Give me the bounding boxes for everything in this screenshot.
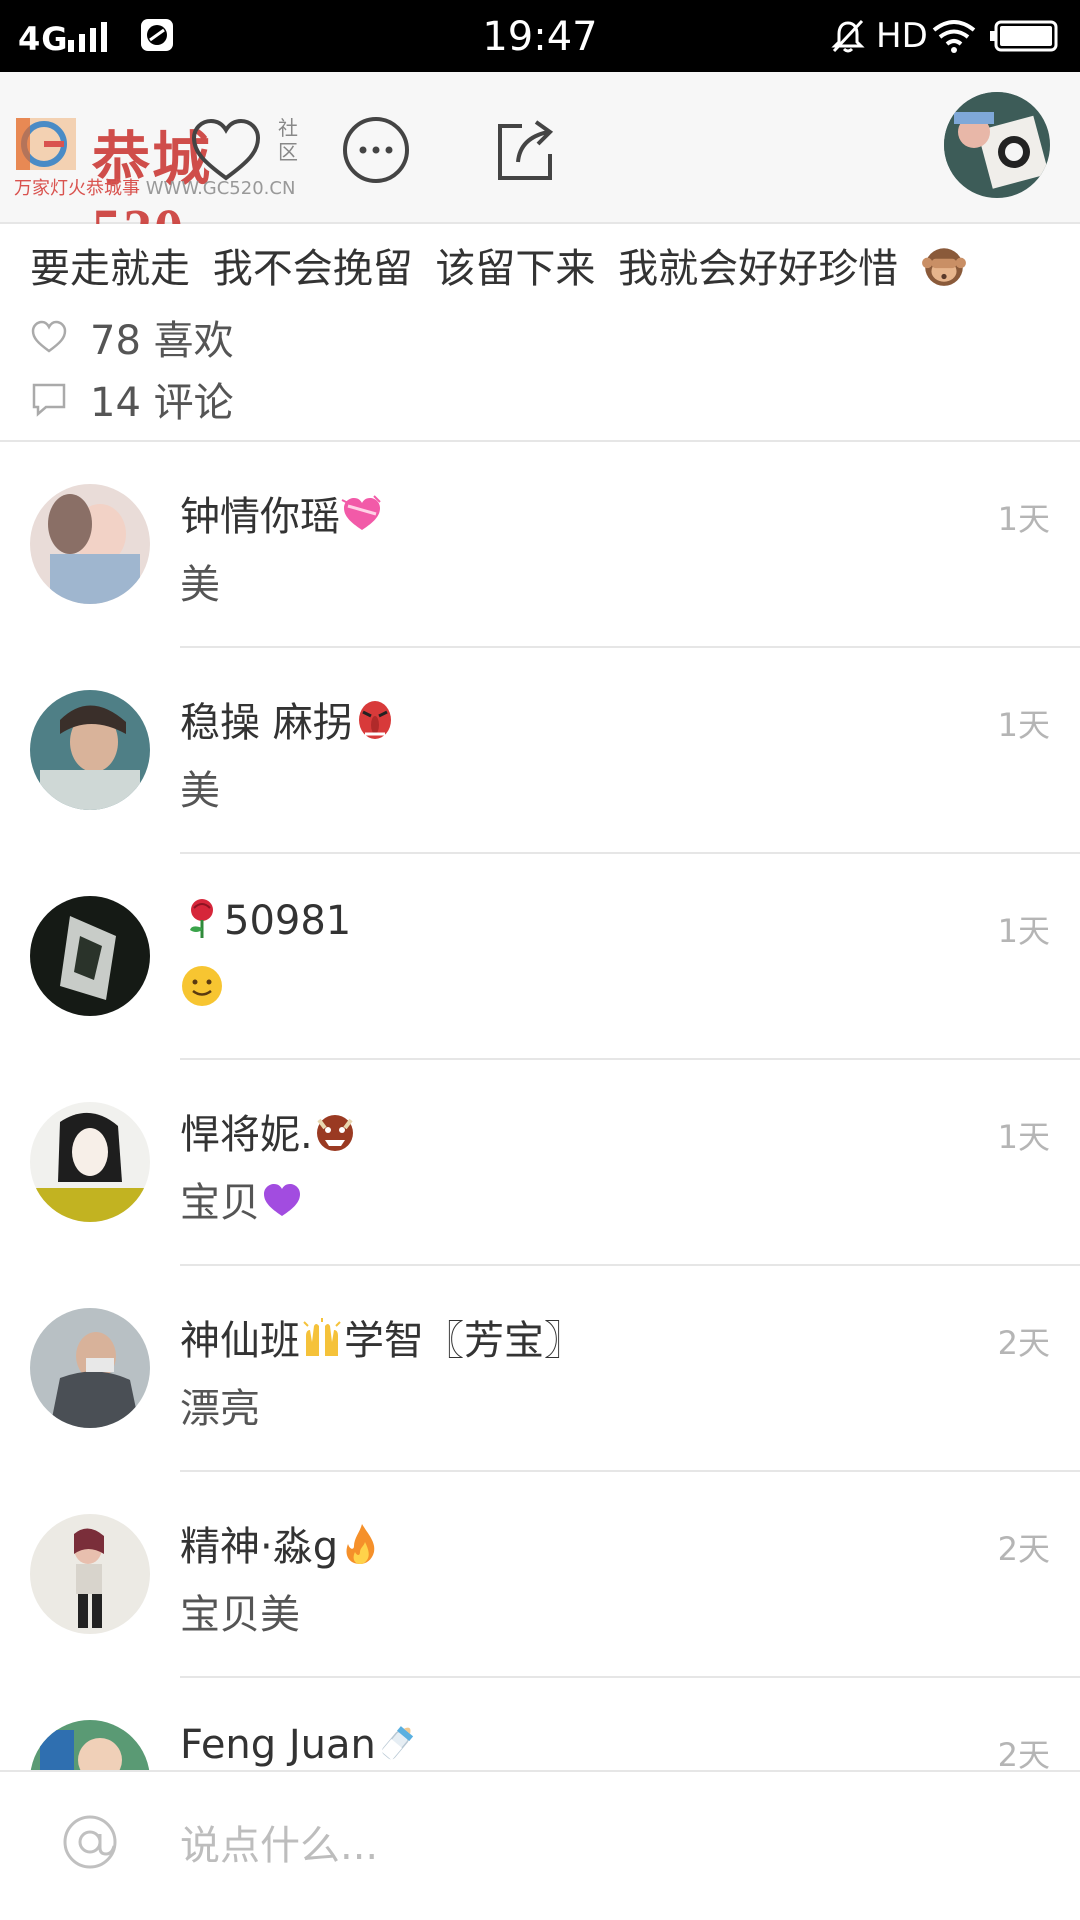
comment-item[interactable]: Feng Juan 2天	[0, 1678, 1080, 1770]
comment-input-bar	[0, 1770, 1080, 1920]
commenter-name-text: 钟情你瑶	[180, 494, 340, 540]
comment-list: 钟情你瑶 美 1天 稳操 麻拐 美 1天 50981 1天 悍将妮. 宝贝 1天…	[0, 442, 1080, 1770]
commenter-name: 钟情你瑶	[180, 484, 384, 542]
comment-item[interactable]: 悍将妮. 宝贝 1天	[0, 1060, 1080, 1266]
comments-count: 14 评论	[90, 380, 234, 426]
commenter-name: 神仙班 学智〖芳宝〗	[180, 1308, 584, 1366]
commenter-avatar[interactable]	[30, 1102, 150, 1222]
comment-time: 2天	[997, 1324, 1050, 1362]
wifi-icon	[932, 20, 976, 53]
comment-text	[180, 964, 224, 1012]
slightly-smiling-face-icon	[182, 966, 222, 1006]
logo-slogan: 万家灯火恭城事	[14, 178, 140, 199]
avatar-image	[30, 1514, 150, 1634]
post-text-body: 要走就走 我不会挽留 该留下来 我就会好好珍惜	[30, 246, 899, 292]
commenter-name-text: 50981	[224, 898, 352, 944]
share-icon[interactable]	[484, 108, 568, 192]
commenter-avatar[interactable]	[30, 896, 150, 1016]
commenter-avatar[interactable]	[30, 484, 150, 604]
commenter-name-text: 精神·淼g	[180, 1524, 339, 1570]
commenter-name-text: 稳操 麻拐	[180, 700, 353, 746]
comment-text: 宝贝	[180, 1170, 304, 1228]
comment-time: 2天	[997, 1530, 1050, 1568]
status-bar: 4G 19:47 HD	[0, 0, 1080, 72]
comments-row[interactable]: 14 评论	[30, 370, 234, 428]
logo-mark-icon	[16, 118, 76, 170]
post-text: 要走就走 我不会挽留 该留下来 我就会好好珍惜	[30, 236, 967, 294]
ogre-icon	[316, 1115, 353, 1151]
comment-item[interactable]: 精神·淼g 宝贝美 2天	[0, 1472, 1080, 1678]
top-nav: 恭城520 社区 万家灯火恭城事 WWW.GC520.CN	[0, 72, 1080, 262]
avatar-image	[30, 1720, 150, 1770]
author-avatar[interactable]	[944, 92, 1050, 198]
like-heart-icon[interactable]	[184, 108, 268, 192]
comment-text: 美	[180, 562, 220, 608]
battery-icon	[990, 20, 1058, 52]
commenter-avatar[interactable]	[30, 1720, 150, 1770]
comment-item[interactable]: 钟情你瑶 美 1天	[0, 442, 1080, 648]
commenter-name-text: Feng Juan	[180, 1722, 376, 1768]
post-summary: 要走就走 我不会挽留 该留下来 我就会好好珍惜 78 喜欢 14 评论	[0, 224, 1080, 442]
comment-text-body: 宝贝	[180, 1180, 260, 1226]
commenter-name-tail: 学智〖芳宝〗	[344, 1318, 584, 1364]
see-no-evil-monkey-icon	[921, 248, 966, 286]
commenter-name: 悍将妮.	[180, 1102, 357, 1160]
bell-muted-icon	[831, 19, 865, 53]
fire-icon	[346, 1524, 375, 1564]
screen: 4G 19:47 HD 恭城 社区 万家灯火恭城事 WWW.GC520.CN 要…	[0, 0, 1080, 1920]
comment-time: 1天	[997, 706, 1050, 744]
avatar-image	[30, 1102, 150, 1222]
avatar-image	[30, 1308, 150, 1428]
heart-outline-icon	[31, 320, 67, 353]
comment-input[interactable]	[178, 1810, 1042, 1882]
comment-text: 漂亮	[180, 1386, 260, 1432]
commenter-name: 50981	[180, 896, 351, 944]
avatar-image	[30, 690, 150, 810]
commenter-name: 精神·淼g	[180, 1514, 382, 1572]
comment-item[interactable]: 50981 1天	[0, 854, 1080, 1060]
purple-heart-icon	[264, 1184, 300, 1216]
logo-side-text: 社区	[278, 116, 298, 164]
more-icon[interactable]	[334, 108, 418, 192]
commenter-name: 稳操 麻拐	[180, 690, 397, 748]
raised-hands-icon	[303, 1318, 341, 1356]
hd-indicator: HD	[876, 16, 928, 56]
comment-time: 1天	[997, 912, 1050, 950]
avatar-image	[30, 896, 150, 1016]
comment-bubble-icon	[32, 383, 66, 417]
commenter-name-text: 神仙班	[180, 1318, 300, 1364]
commenter-avatar[interactable]	[30, 1308, 150, 1428]
heart-with-ribbon-icon	[341, 495, 381, 530]
comment-time: 1天	[997, 1118, 1050, 1156]
comment-item[interactable]: 神仙班 学智〖芳宝〗 漂亮 2天	[0, 1266, 1080, 1472]
commenter-name-text: 悍将妮.	[180, 1112, 313, 1158]
commenter-name: Feng Juan	[180, 1720, 420, 1768]
comment-text: 宝贝美	[180, 1592, 300, 1638]
commenter-avatar[interactable]	[30, 690, 150, 810]
avatar-image	[30, 484, 150, 604]
comment-text: 美	[180, 768, 220, 814]
likes-row[interactable]: 78 喜欢	[30, 308, 234, 366]
mention-at-icon[interactable]	[60, 1812, 120, 1872]
tengu-mask-icon	[358, 701, 391, 739]
baby-bottle-icon	[380, 1726, 414, 1761]
rose-icon	[190, 899, 213, 938]
avatar-image	[944, 92, 1050, 198]
commenter-avatar[interactable]	[30, 1514, 150, 1634]
comment-item[interactable]: 稳操 麻拐 美 1天	[0, 648, 1080, 854]
comment-time: 1天	[997, 500, 1050, 538]
likes-count: 78 喜欢	[90, 318, 234, 364]
comment-time: 2天	[997, 1736, 1050, 1770]
